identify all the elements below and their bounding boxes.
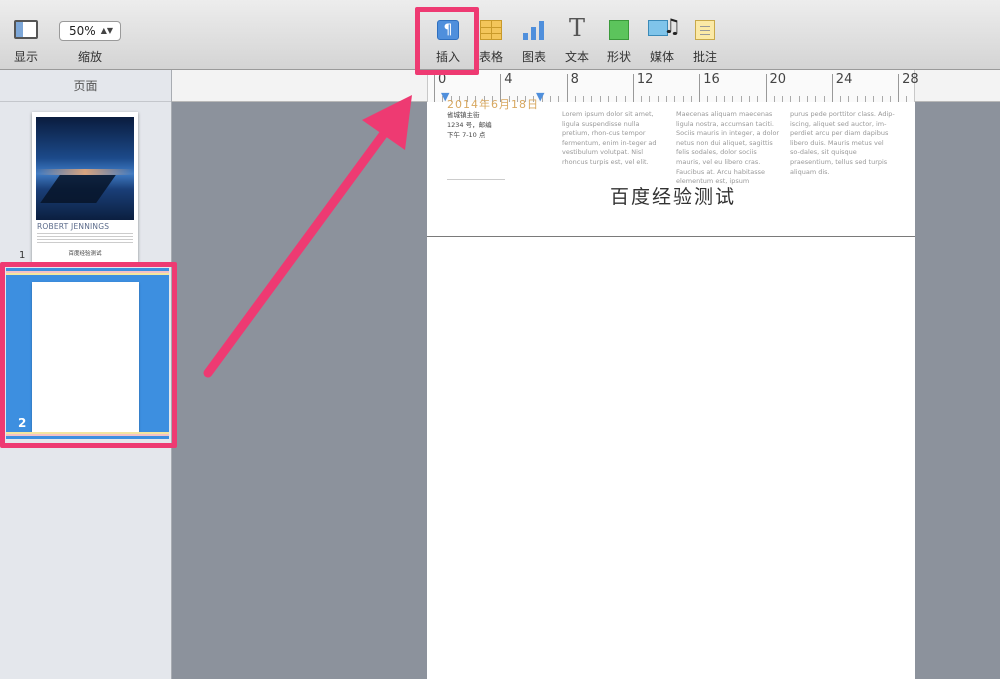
body-column-2: Maecenas aliquam maecenas ligula nostra,…: [676, 110, 780, 186]
comment-label: 批注: [692, 50, 717, 64]
page-thumbnail-1[interactable]: ROBERT JENNINGS 百度经验测试: [32, 112, 138, 262]
zoom-select[interactable]: 50% ▲▼: [59, 21, 121, 41]
shape-button[interactable]: 形状: [600, 0, 638, 70]
view-label: 显示: [13, 50, 38, 64]
page-highlight-box: [0, 262, 177, 448]
ruler-major-tick: [898, 74, 900, 102]
ruler-label: 8: [570, 72, 579, 87]
ruler-label: 16: [703, 72, 720, 87]
thumb-text-lines: [37, 233, 133, 245]
media-label: 媒体: [649, 50, 674, 64]
body-column-3: purus pede porttitor class. Adip-iscing,…: [790, 110, 895, 176]
ruler-major-tick: [699, 74, 701, 102]
square-shape-icon: [609, 20, 629, 40]
table-icon: [480, 20, 502, 40]
chart-button[interactable]: 图表: [515, 0, 553, 70]
document-title: 百度经验测试: [610, 186, 737, 208]
address-line: 下午 7-10 点: [447, 131, 486, 139]
text-button[interactable]: T 文本: [558, 0, 596, 70]
ruler-label: 12: [636, 72, 654, 87]
zoom-value: 50%: [69, 24, 96, 38]
text-label: 文本: [564, 50, 589, 64]
bar-chart-icon: [522, 20, 546, 40]
page-number-1: 1: [19, 250, 26, 261]
insert-highlight-box: [415, 7, 479, 75]
address-line: 1234 号，邮编: [447, 121, 492, 129]
pier-photo: [36, 117, 134, 220]
ruler-label: 4: [504, 72, 513, 87]
ruler-major-tick: [765, 74, 767, 102]
body-column-1: Lorem ipsum dolor sit amet, ligula suspe…: [562, 110, 657, 166]
document-canvas: 2014年6月18日 省城镇主街 1234 号，邮编 下午 7-10 点 Lor…: [173, 98, 1000, 679]
divider: [447, 179, 505, 180]
address-line: 省城镇主街: [447, 111, 480, 119]
shape-label: 形状: [606, 50, 631, 64]
sidebar-header: 页面: [0, 70, 171, 102]
thumb-name: ROBERT JENNINGS: [37, 222, 110, 231]
thumb-title: 百度经验测试: [68, 251, 102, 257]
view-icon: [14, 20, 38, 39]
comment-button[interactable]: 批注: [686, 0, 724, 70]
chart-label: 图表: [521, 50, 546, 64]
dropdown-caret-icon: ▲▼: [100, 26, 113, 35]
media-button[interactable]: ♫ 媒体: [643, 0, 681, 70]
ruler-label: 24: [835, 72, 853, 87]
document-page[interactable]: 2014年6月18日 省城镇主街 1234 号，邮编 下午 7-10 点 Lor…: [427, 98, 915, 679]
ruler-major-tick: [831, 74, 833, 102]
page-break-line: [427, 236, 915, 237]
ruler-major-tick: [434, 74, 435, 102]
view-button[interactable]: 显示: [0, 0, 52, 70]
media-icon: ♫: [648, 16, 681, 40]
zoom-label: 缩放: [77, 50, 102, 64]
ruler-label: 20: [769, 72, 787, 87]
zoom-control[interactable]: 50% ▲▼ 缩放: [58, 0, 122, 70]
comment-note-icon: [695, 20, 715, 40]
address-block: 省城镇主街 1234 号，邮编 下午 7-10 点: [447, 110, 492, 140]
ruler-major-tick: [632, 74, 634, 102]
ruler-label: 28: [902, 72, 919, 87]
horizontal-ruler[interactable]: 0 4 8 12 16 20 24 28 ▼ ▼: [172, 70, 1000, 102]
text-icon: T: [568, 14, 586, 42]
ruler-major-tick: [566, 74, 568, 102]
toolbar: 显示 50% ▲▼ 缩放 ¶ 插入 表格 图表 T 文本 形状 ♫ 媒体 批注: [0, 0, 1000, 70]
